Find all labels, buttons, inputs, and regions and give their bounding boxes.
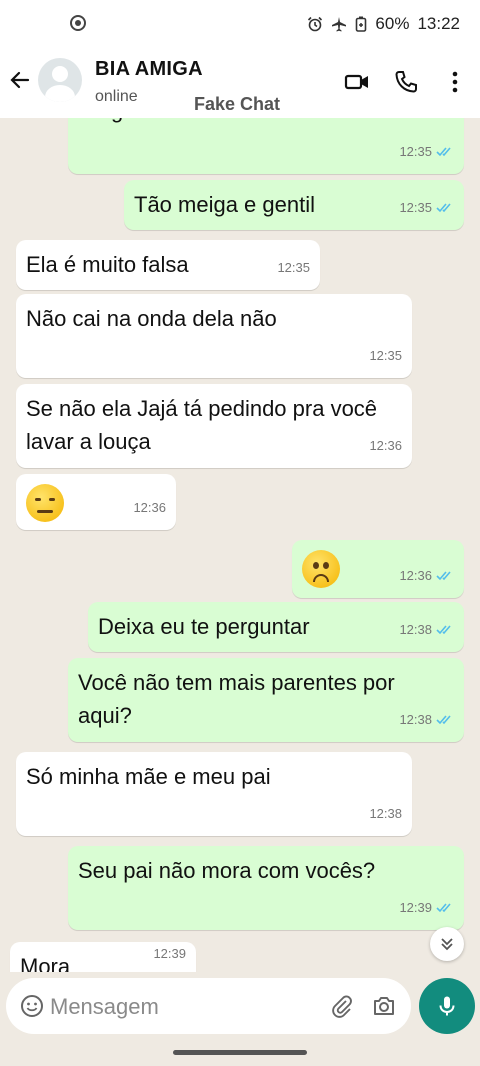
message-placeholder: Mensagem <box>50 994 159 1019</box>
read-ticks-icon <box>436 571 451 581</box>
back-arrow-icon[interactable] <box>8 68 32 92</box>
more-options-icon[interactable] <box>442 69 468 95</box>
attach-icon[interactable] <box>330 994 354 1018</box>
video-call-icon[interactable] <box>344 69 370 95</box>
clock: 13:22 <box>417 14 460 33</box>
gesture-nav-handle[interactable] <box>173 1050 307 1055</box>
message-outgoing[interactable]: Seu pai não mora com vocês? 12:39 <box>68 846 464 930</box>
message-time: 12:36 <box>369 438 402 453</box>
message-time: 12:35 <box>369 348 402 363</box>
message-time: 12:35 <box>399 200 432 215</box>
message-text: Não cai na onda dela não <box>26 306 277 331</box>
message-text: Eu gostei de conhecer ela <box>78 118 454 127</box>
read-ticks-icon <box>436 715 451 725</box>
message-text: Seu pai não mora com vocês? <box>78 858 376 883</box>
voice-message-button[interactable] <box>419 978 475 1034</box>
battery-level: 60% <box>375 14 410 33</box>
avatar[interactable] <box>38 58 82 102</box>
status-bar: 60% 13:22 <box>0 0 480 48</box>
message-text: Se não ela Jajá tá pedindo pra você lava… <box>26 396 378 454</box>
message-outgoing[interactable]: Deixa eu te perguntar 12:38 <box>88 602 464 652</box>
voice-call-icon[interactable] <box>393 69 419 95</box>
unamused-face-icon <box>26 484 64 522</box>
message-time: 12:35 <box>277 260 310 275</box>
message-time: 12:38 <box>399 622 432 637</box>
scroll-to-bottom-button[interactable] <box>430 927 464 961</box>
message-input[interactable]: Mensagem <box>6 978 411 1034</box>
message-incoming[interactable]: 12:36 <box>16 474 176 530</box>
emoji-icon[interactable] <box>20 994 44 1018</box>
read-ticks-icon <box>436 203 451 213</box>
slightly-frowning-face-icon <box>302 550 340 588</box>
message-list[interactable]: Eu gostei de conhecer ela 12:35 Tão meig… <box>0 118 480 972</box>
contact-name[interactable]: BIA AMIGA <box>95 58 203 81</box>
double-chevron-down-icon <box>441 938 453 951</box>
message-incoming[interactable]: Não cai na onda dela não 12:35 <box>16 294 412 378</box>
message-time: 12:36 <box>133 500 166 515</box>
message-outgoing[interactable]: 12:36 <box>292 540 464 598</box>
record-indicator-icon <box>70 15 86 31</box>
chat-header: BIA AMIGA online Fake Chat <box>0 48 480 120</box>
contact-status: online <box>95 88 138 105</box>
read-ticks-icon <box>436 903 451 913</box>
read-ticks-icon <box>436 147 451 157</box>
alarm-icon <box>308 16 323 32</box>
camera-icon[interactable] <box>372 994 396 1018</box>
message-outgoing[interactable]: Você não tem mais parentes por aqui? 12:… <box>68 658 464 742</box>
message-time: 12:39 <box>153 946 186 961</box>
watermark: Fake Chat <box>194 94 281 114</box>
message-time: 12:35 <box>399 144 432 159</box>
airplane-mode-icon <box>332 17 347 32</box>
message-time: 12:38 <box>369 806 402 821</box>
message-incoming[interactable]: Ela é muito falsa 12:35 <box>16 240 320 290</box>
message-text: Você não tem mais parentes por aqui? <box>78 670 395 728</box>
status-icons: 60% 13:22 <box>307 14 460 34</box>
message-time: 12:36 <box>399 568 432 583</box>
message-incoming[interactable]: Se não ela Jajá tá pedindo pra você lava… <box>16 384 412 468</box>
message-text: Só minha mãe e meu pai <box>26 764 271 789</box>
message-outgoing[interactable]: Eu gostei de conhecer ela 12:35 <box>68 118 464 174</box>
message-outgoing[interactable]: Tão meiga e gentil 12:35 <box>124 180 464 230</box>
message-incoming[interactable]: Só minha mãe e meu pai 12:38 <box>16 752 412 836</box>
message-time: 12:39 <box>399 900 432 915</box>
microphone-icon <box>439 996 455 1016</box>
composer-bar: Mensagem <box>0 972 480 1066</box>
message-text: Ela é muito falsa <box>26 252 189 277</box>
message-time: 12:38 <box>399 712 432 727</box>
battery-saver-icon <box>356 16 367 32</box>
read-ticks-icon <box>436 625 451 635</box>
message-incoming[interactable]: Mora 12:39 <box>10 942 196 972</box>
